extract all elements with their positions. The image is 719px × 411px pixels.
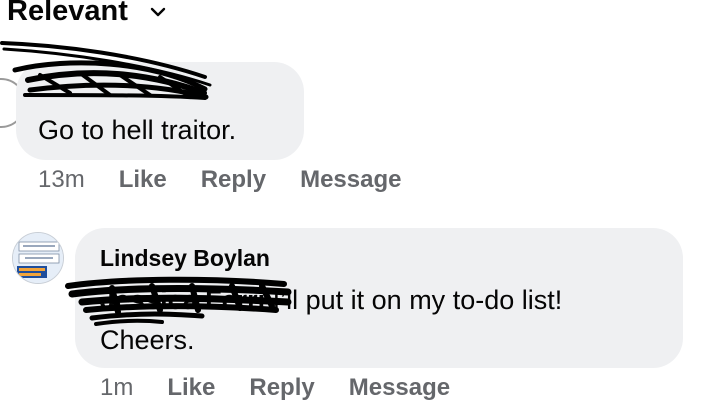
message-button[interactable]: Message <box>300 166 401 194</box>
mention-tag[interactable]: Jessica Ferri <box>100 285 265 315</box>
sort-dropdown[interactable]: Relevant <box>7 0 166 28</box>
message-button[interactable]: Message <box>349 374 450 402</box>
comment-timestamp[interactable]: 13m <box>38 166 85 194</box>
reply-button[interactable]: Reply <box>201 166 266 194</box>
chevron-down-icon <box>150 7 166 16</box>
comment-text-line: Cheers. <box>100 325 195 355</box>
comment-author[interactable]: Lindsey Boylan <box>100 245 270 272</box>
sort-label: Relevant <box>7 0 128 27</box>
commenter-avatar[interactable] <box>12 232 64 284</box>
campaign-sign-image <box>13 233 63 283</box>
comment-text-line: Jessica Ferri I’ll put it on my to-do li… <box>100 280 562 320</box>
comment-timestamp[interactable]: 1m <box>100 374 133 402</box>
comment-meta: 1m Like Reply Message <box>100 374 450 402</box>
like-button[interactable]: Like <box>167 374 215 402</box>
comment-meta: 13m Like Reply Message <box>38 166 401 194</box>
comment-text: I’ll put it on my to-do list! <box>265 285 563 315</box>
like-button[interactable]: Like <box>119 166 167 194</box>
comment-text: Go to hell traitor. <box>38 115 237 145</box>
reply-button[interactable]: Reply <box>249 374 314 402</box>
